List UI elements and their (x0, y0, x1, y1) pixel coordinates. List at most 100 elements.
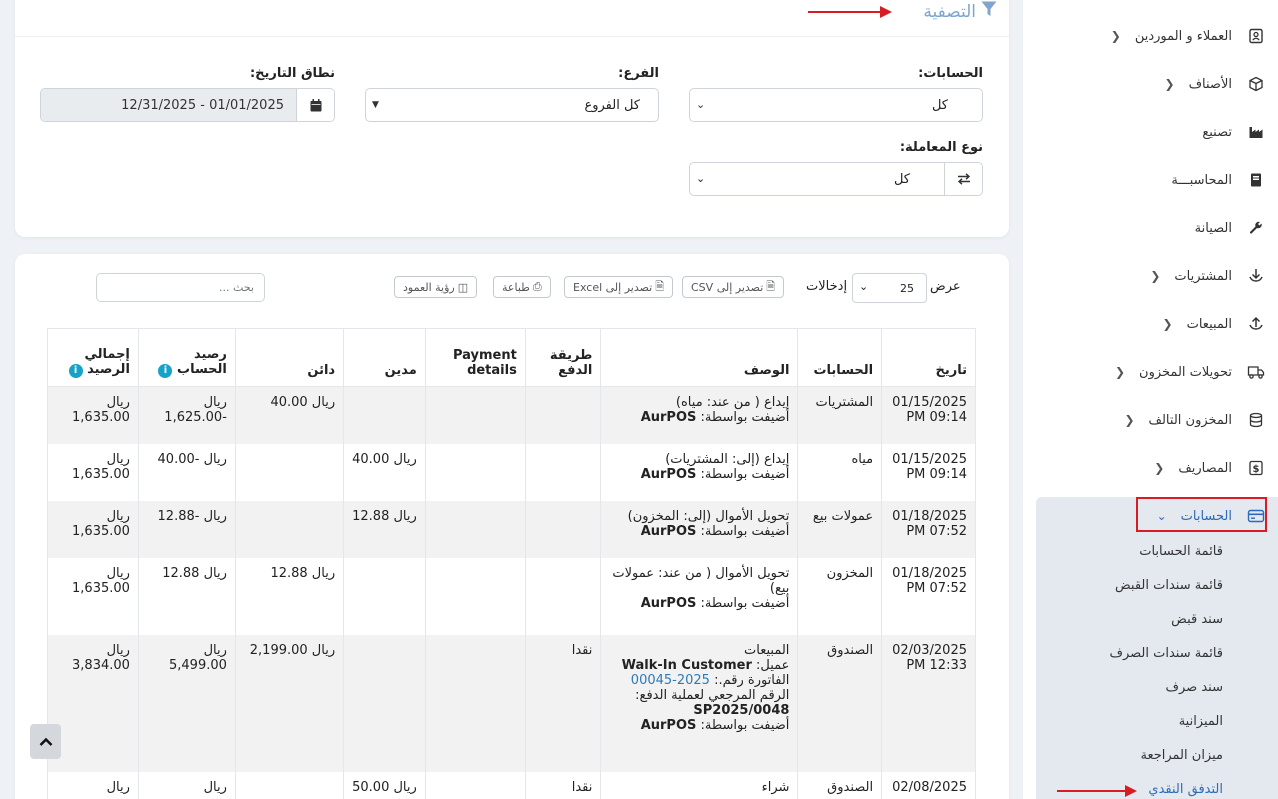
upload-icon (1246, 314, 1266, 334)
download-icon (1246, 266, 1266, 286)
column-visibility-label: رؤية العمود (403, 280, 455, 294)
table-row: 01/15/2025 09:14 PM مياه إيداع (إلى: الم… (47, 443, 976, 501)
invoice-link[interactable]: 2025-00045 (631, 673, 710, 688)
sidebar-subitem-receipt-vouchers-list[interactable]: قائمة سندات القبض (1115, 578, 1223, 593)
sidebar-item-items[interactable]: الأصناف ❮ (1023, 64, 1278, 104)
print-button[interactable]: ⎙ طباعة (493, 276, 551, 298)
chevron-left-icon: ❮ (1164, 77, 1175, 91)
cell-debit: ريال 12.88 (343, 500, 426, 558)
cash-flow-table: تاريخ الحسابات الوصف طريقة الدفع Payment… (47, 328, 976, 799)
contacts-icon (1246, 26, 1266, 46)
filter-title-text: التصفية (923, 1, 976, 22)
branch-filter-select[interactable]: كل الفروع ▼ (365, 88, 659, 122)
sidebar-item-sales[interactable]: المبيعات ❮ (1023, 304, 1278, 344)
search-input[interactable] (96, 273, 265, 302)
col-header-credit[interactable]: دائن (234, 328, 345, 387)
table-row: 02/03/2025 12:33 PM الصندوق المبيعات عمي… (47, 634, 976, 772)
sidebar-item-accounting[interactable]: المحاسبـــة (1023, 160, 1278, 200)
cell-debit (343, 386, 426, 444)
file-icon: 🗎 (766, 279, 776, 293)
sidebar-subitem-cash-flow[interactable]: التدفق النقدي (1148, 782, 1223, 797)
sidebar-subitem-receipt-voucher[interactable]: سند قبض (1171, 612, 1223, 627)
cell-date: 01/18/2025 07:52 PM (881, 557, 976, 635)
chevron-left-icon: ❮ (1162, 317, 1173, 331)
sidebar-item-customers-suppliers[interactable]: العملاء و الموردين ❮ (1023, 16, 1278, 56)
chevron-left-icon: ❮ (1110, 29, 1121, 43)
sidebar-item-stock-transfers[interactable]: تحويلات المخزون ❮ (1023, 352, 1278, 392)
col-header-date[interactable]: تاريخ (881, 328, 976, 387)
transaction-type-select[interactable]: كل ⌄ (689, 162, 983, 196)
info-icon[interactable]: i (68, 364, 83, 378)
sidebar-item-manufacturing[interactable]: تصنيع (1023, 112, 1278, 152)
col-header-total-balance[interactable]: إجمالي الرصيد i (47, 328, 139, 387)
calendar-icon (296, 89, 334, 121)
accounts-filter-select[interactable]: كل ⌄ (689, 88, 983, 122)
sidebar-subitem-trial-balance[interactable]: ميزان المراجعة (1140, 748, 1223, 763)
sidebar-subitem-payment-voucher[interactable]: سند صرف (1166, 680, 1223, 695)
cell-payment-method (524, 443, 602, 501)
cell-account-balance: ريال -12.88 (137, 500, 236, 558)
columns-icon: ◫ (457, 280, 469, 294)
cell-total-balance: ريال 1,635.00 (47, 386, 139, 444)
chevron-left-icon: ❮ (1150, 269, 1161, 283)
sidebar-subitem-accounts-list[interactable]: قائمة الحسابات (1139, 544, 1223, 559)
transaction-type-value: كل (893, 171, 910, 187)
cell-description: إيداع (إلى: المشتريات) أضيفت بواسطة: AurP… (600, 443, 799, 501)
chevron-down-icon: ⌄ (696, 98, 706, 111)
chevron-left-icon: ❮ (1114, 365, 1126, 379)
date-range-value: 01/01/2025 - 12/31/2025 (41, 89, 296, 121)
entries-per-page-select[interactable]: 25 ⌄ (852, 273, 927, 303)
caret-down-icon: ▼ (372, 100, 379, 110)
cell-payment-details (424, 771, 526, 799)
cell-date: 02/03/2025 12:33 PM (881, 634, 976, 772)
cell-account-balance: ريال (137, 771, 236, 799)
sidebar-item-maintenance[interactable]: الصيانة (1023, 208, 1278, 248)
wrench-icon (1246, 218, 1266, 238)
cell-payment-method: نقدا (524, 634, 602, 772)
sidebar-item-label: المحاسبـــة (1171, 172, 1232, 188)
sidebar-item-purchases[interactable]: المشتريات ❮ (1023, 256, 1278, 296)
cell-payment-details (424, 443, 526, 501)
export-excel-label: تصدير إلى Excel (573, 280, 653, 294)
sidebar-subitem-balance-sheet[interactable]: الميزانية (1179, 714, 1223, 729)
sidebar-item-label: الأصناف (1188, 76, 1232, 92)
accounts-filter-value: كل (931, 97, 948, 113)
cell-account-balance: ريال 12.88 (137, 557, 236, 635)
col-header-debit[interactable]: مدين (343, 328, 426, 387)
sidebar-item-label: الصيانة (1194, 220, 1232, 236)
export-csv-button[interactable]: 🗎 تصدير إلى CSV (682, 276, 785, 298)
annotation-arrow-cash-flow (1057, 785, 1137, 797)
exchange-icon (944, 163, 982, 195)
show-label: عرض (930, 279, 961, 294)
cell-payment-details (424, 557, 526, 635)
chevron-down-icon: ⌄ (859, 280, 869, 293)
cell-account: المخزون (797, 557, 883, 635)
col-header-account[interactable]: الحسابات (797, 328, 883, 387)
cell-credit: ريال 2,199.00 (234, 634, 345, 772)
col-header-account-balance[interactable]: رصيد الحساب i (137, 328, 236, 387)
column-visibility-button[interactable]: ◫ رؤية العمود (394, 276, 478, 298)
scroll-to-top-button[interactable] (30, 724, 61, 759)
export-excel-button[interactable]: 🗎 تصدير إلى Excel (564, 276, 674, 298)
database-icon (1246, 410, 1266, 430)
annotation-arrow-filter (808, 6, 892, 18)
filter-title[interactable]: التصفية (923, 0, 998, 23)
col-header-payment-details[interactable]: Payment details (424, 328, 526, 387)
col-header-description[interactable]: الوصف (600, 328, 799, 387)
cell-description: المبيعات عميل: Walk-In Customer الفاتورة… (600, 634, 799, 772)
date-range-input[interactable]: 01/01/2025 - 12/31/2025 (40, 88, 335, 122)
cell-account: الصندوق (797, 634, 883, 772)
cell-total-balance: ريال 3,834.00 (47, 634, 139, 772)
col-header-payment-method[interactable]: طريقة الدفع (524, 328, 602, 387)
info-icon[interactable]: i (158, 364, 173, 378)
sidebar-subitem-payment-vouchers-list[interactable]: قائمة سندات الصرف (1109, 646, 1223, 661)
date-range-label: نطاق التاريخ: (249, 66, 335, 81)
sidebar-item-damaged-stock[interactable]: المخزون التالف ❮ (1023, 400, 1278, 440)
cell-payment-details (424, 634, 526, 772)
truck-icon (1246, 362, 1266, 382)
cell-payment-method (524, 386, 602, 444)
sidebar-item-expenses[interactable]: $ المصاريف ❮ (1023, 448, 1278, 488)
cell-total-balance: ريال 1,635.00 (47, 443, 139, 501)
cell-account: الصندوق (797, 771, 883, 799)
table-row: 02/08/2025 الصندوق شراء نقدا ريال 50.00 … (47, 771, 976, 799)
